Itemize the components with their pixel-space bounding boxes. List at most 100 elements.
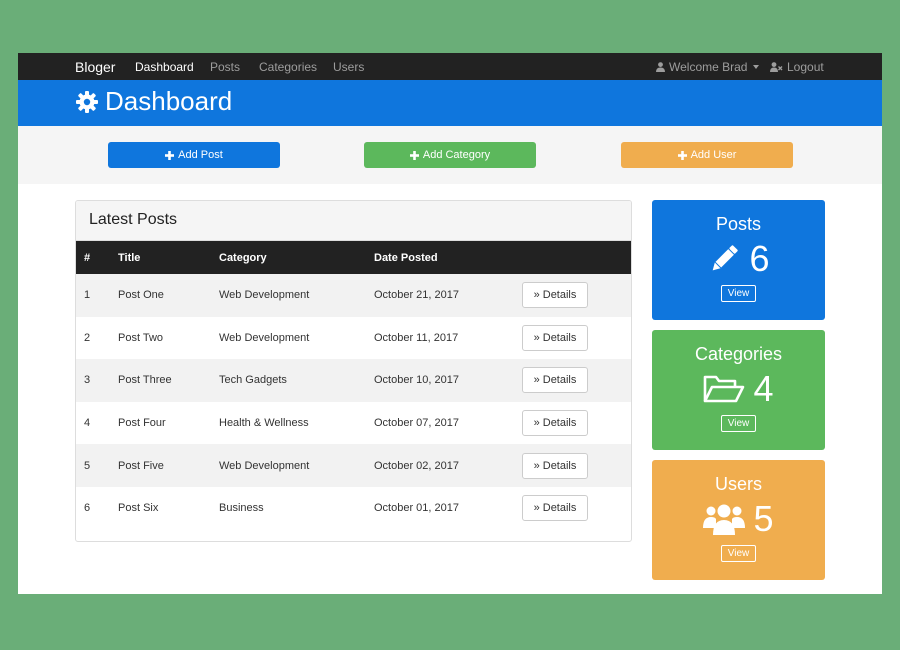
col-title: Title — [118, 251, 141, 264]
row-number: 3 — [84, 374, 91, 387]
nav-posts[interactable]: Posts — [210, 60, 240, 74]
details-button[interactable]: » Details — [522, 324, 588, 351]
page-title-text: Dashboard — [105, 86, 233, 116]
pencil-icon — [713, 245, 739, 271]
details-label: Details — [542, 459, 577, 472]
brand-link[interactable]: Bloger — [75, 59, 115, 75]
categories-count: 4 — [753, 368, 774, 409]
plus-icon — [409, 150, 419, 160]
details-button[interactable]: » Details — [522, 452, 588, 479]
table-row: 2 Post Two Web Development October 11, 2… — [76, 317, 631, 360]
row-number: 5 — [84, 459, 91, 472]
nav-users[interactable]: Users — [333, 60, 364, 74]
row-title: Post Two — [118, 331, 164, 344]
row-title: Post Four — [118, 417, 166, 430]
users-view-button[interactable]: View — [720, 545, 757, 562]
double-angle-right-icon: » — [533, 374, 540, 387]
quick-actions-bar: Add Post Add Category Add User — [18, 126, 882, 184]
folder-open-icon — [704, 375, 745, 403]
table-row: 4 Post Four Health & Wellness October 07… — [76, 402, 631, 445]
user-icon — [656, 62, 665, 72]
row-category: Tech Gadgets — [219, 374, 287, 387]
row-date: October 21, 2017 — [374, 289, 460, 302]
details-label: Details — [542, 374, 577, 387]
details-label: Details — [542, 331, 577, 344]
users-stat-card: Users 5 View — [652, 460, 825, 580]
page-title: Dashboard — [75, 86, 232, 117]
table-row: 3 Post Three Tech Gadgets October 10, 20… — [76, 359, 631, 402]
double-angle-right-icon: » — [533, 331, 540, 344]
categories-view-button[interactable]: View — [720, 415, 757, 432]
table-row: 5 Post Five Web Development October 02, … — [76, 444, 631, 487]
page-header: Dashboard — [18, 80, 882, 126]
posts-card-title: Posts — [715, 214, 762, 234]
row-category: Health & Wellness — [219, 417, 309, 430]
row-date: October 02, 2017 — [374, 459, 460, 472]
nav-categories[interactable]: Categories — [259, 60, 317, 74]
double-angle-right-icon: » — [533, 459, 540, 472]
row-title: Post Three — [118, 374, 172, 387]
row-category: Web Development — [219, 459, 310, 472]
plus-icon — [165, 150, 175, 160]
users-icon — [703, 504, 746, 535]
posts-stat-card: Posts 6 View — [652, 200, 825, 320]
add-post-label: Add Post — [178, 149, 223, 161]
details-button[interactable]: » Details — [522, 410, 588, 437]
row-date: October 10, 2017 — [374, 374, 460, 387]
welcome-label: Welcome Brad — [669, 60, 748, 74]
posts-count: 6 — [749, 238, 770, 279]
details-button[interactable]: » Details — [522, 495, 588, 522]
add-post-button[interactable]: Add Post — [108, 142, 280, 168]
row-date: October 01, 2017 — [374, 502, 460, 515]
row-category: Web Development — [219, 289, 310, 302]
users-card-title: Users — [714, 474, 762, 494]
categories-card-title: Categories — [694, 344, 783, 364]
posts-view-button[interactable]: View — [720, 285, 757, 302]
categories-stat-card: Categories 4 View — [652, 330, 825, 450]
logout-link[interactable]: Logout — [770, 60, 824, 74]
add-category-button[interactable]: Add Category — [364, 142, 536, 168]
add-category-label: Add Category — [422, 149, 491, 161]
table-row: 1 Post One Web Development October 21, 2… — [76, 274, 631, 317]
add-user-button[interactable]: Add User — [621, 142, 793, 168]
posts-table: # Title Category Date Posted 1 Post One … — [76, 241, 631, 530]
double-angle-right-icon: » — [533, 502, 540, 515]
gear-icon — [76, 90, 98, 113]
row-number: 4 — [84, 417, 91, 430]
app-window: Bloger Dashboard Posts Categories Users … — [18, 53, 882, 594]
row-date: October 11, 2017 — [374, 331, 459, 344]
panel-heading: Latest Posts — [76, 201, 631, 241]
details-button[interactable]: » Details — [522, 367, 588, 394]
details-button[interactable]: » Details — [522, 282, 588, 309]
col-number: # — [84, 251, 91, 264]
col-actions — [514, 241, 631, 274]
double-angle-right-icon: » — [533, 417, 540, 430]
double-angle-right-icon: » — [533, 289, 540, 302]
row-date: October 07, 2017 — [374, 417, 460, 430]
plus-icon — [677, 150, 687, 160]
row-title: Post Five — [118, 459, 164, 472]
welcome-dropdown[interactable]: Welcome Brad — [656, 60, 760, 74]
table-header-row: # Title Category Date Posted — [76, 241, 631, 274]
nav-dashboard[interactable]: Dashboard — [135, 60, 194, 74]
row-number: 6 — [84, 502, 91, 515]
row-title: Post One — [118, 289, 164, 302]
details-label: Details — [542, 502, 577, 515]
logout-label: Logout — [787, 60, 824, 74]
users-count: 5 — [753, 498, 774, 539]
caret-down-icon — [753, 65, 760, 69]
row-category: Web Development — [219, 331, 310, 344]
col-date: Date Posted — [374, 251, 438, 264]
add-user-label: Add User — [690, 149, 737, 161]
details-label: Details — [542, 289, 577, 302]
table-row: 6 Post Six Business October 01, 2017 » De… — [76, 487, 631, 530]
latest-posts-panel: Latest Posts # Title Category Date Poste… — [75, 200, 632, 542]
row-title: Post Six — [118, 502, 159, 515]
row-number: 1 — [84, 289, 91, 302]
row-number: 2 — [84, 331, 91, 344]
user-times-icon — [770, 62, 783, 72]
row-category: Business — [219, 502, 264, 515]
col-category: Category — [219, 251, 267, 264]
details-label: Details — [542, 417, 577, 430]
top-navbar: Bloger Dashboard Posts Categories Users … — [18, 53, 882, 80]
